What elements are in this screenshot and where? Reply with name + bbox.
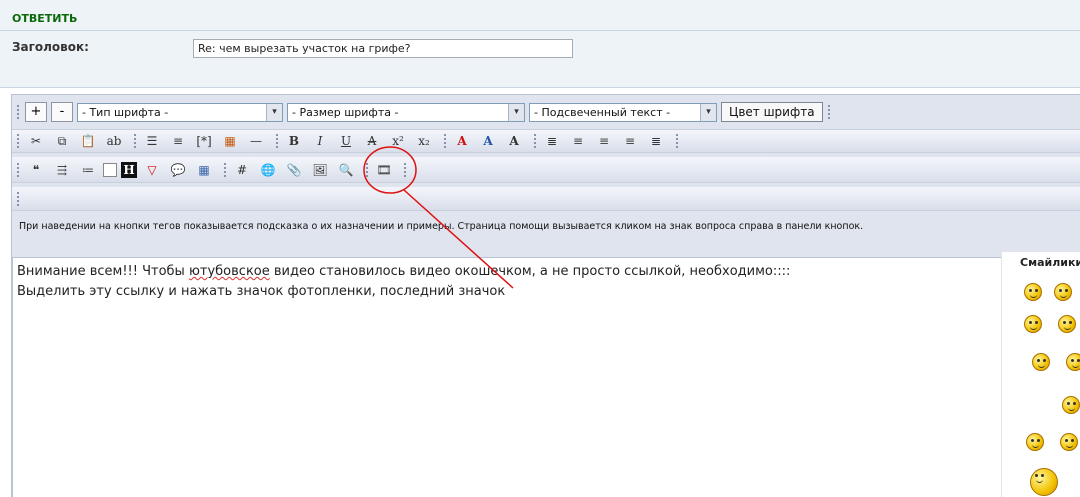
toolbar-separator: [443, 133, 447, 149]
align-right-icon[interactable]: ≡: [619, 130, 641, 152]
align-justify-icon[interactable]: ≣: [541, 130, 563, 152]
text-shadow-icon[interactable]: A: [477, 130, 499, 152]
table-insert-icon[interactable]: ▦: [193, 159, 215, 181]
cut-icon[interactable]: ✂: [25, 130, 47, 152]
highlight-select[interactable]: - Подсвеченный текст - ▾: [529, 102, 717, 122]
smiley-icon[interactable]: [1024, 315, 1042, 333]
toolbar-separator: [826, 104, 831, 120]
bullet-list-icon[interactable]: ☰: [141, 130, 163, 152]
font-size-select-value: - Размер шрифта -: [292, 105, 399, 119]
decrease-size-button[interactable]: -: [51, 102, 73, 122]
highlight-select-value: - Подсвеченный текст -: [534, 105, 671, 119]
subject-input[interactable]: [193, 39, 573, 58]
font-type-select-value: - Тип шрифта -: [82, 105, 169, 119]
toolbar-row-insert: ❝⇶≔ □ H▽💬▦ #🌐📎🖼🔍 🎞: [12, 157, 1080, 183]
numbered-list-icon[interactable]: ≡: [167, 130, 189, 152]
hash-link-icon[interactable]: #: [231, 159, 253, 181]
smiley-icon[interactable]: [1024, 283, 1042, 301]
horizontal-rule-icon[interactable]: —: [245, 130, 267, 152]
toolbar-row-fonts: + - - Тип шрифта - ▾ - Размер шрифта - ▾…: [12, 99, 1080, 125]
chevron-down-icon: ▾: [700, 103, 716, 121]
heading-icon[interactable]: H: [121, 161, 137, 178]
image-icon[interactable]: 🖼: [309, 159, 331, 181]
reply-header: ОТВЕТИТЬ Заголовок:: [0, 0, 1080, 88]
message-text: видео становилось видео окошечком, а не …: [269, 264, 791, 279]
subscript-icon[interactable]: x₂: [413, 130, 435, 152]
font-color-icon[interactable]: A: [451, 130, 473, 152]
message-line-2: Выделить эту ссылку и нажать значок фото…: [17, 284, 506, 299]
chevron-down-icon: ▾: [266, 103, 282, 121]
toolbar-separator: [223, 161, 227, 178]
divider: [0, 30, 1080, 31]
video-film-icon[interactable]: 🎞: [373, 159, 395, 181]
toolbar-separator: [675, 133, 679, 149]
toolbar-separator: [403, 161, 407, 178]
smiley-icon[interactable]: [1032, 353, 1050, 371]
url-link-icon[interactable]: 🌐: [257, 159, 279, 181]
toolbar-grip[interactable]: [16, 133, 20, 149]
smiley-icon[interactable]: [1062, 396, 1080, 414]
search-icon[interactable]: 🔍: [335, 159, 357, 181]
smiley-icon[interactable]: [1054, 283, 1072, 301]
toolbar-grip[interactable]: [16, 190, 20, 207]
toolbar-grip[interactable]: [16, 104, 20, 120]
spoiler-icon[interactable]: □: [103, 162, 117, 177]
increase-size-button[interactable]: +: [25, 102, 47, 122]
text-glow-icon[interactable]: A: [503, 130, 525, 152]
toolbar-grip[interactable]: [16, 161, 20, 178]
reply-title: ОТВЕТИТЬ: [12, 12, 78, 25]
list-item-icon[interactable]: [*]: [193, 130, 215, 152]
toolbar-separator: [133, 133, 137, 149]
paste-icon[interactable]: 📋: [77, 130, 99, 152]
bold-icon[interactable]: B: [283, 130, 305, 152]
help-hint: При наведении на кнопки тегов показывает…: [19, 221, 864, 232]
toolbar-separator: [275, 133, 279, 149]
speech-icon[interactable]: 💬: [167, 159, 189, 181]
underline-icon[interactable]: U: [335, 130, 357, 152]
warning-icon[interactable]: ▽: [141, 159, 163, 181]
message-textarea[interactable]: Внимание всем!!! Чтобы ютубовское видео …: [12, 257, 1001, 497]
toolbar-row-empty: [12, 187, 1080, 211]
code-icon[interactable]: ⇶: [51, 159, 73, 181]
superscript-icon[interactable]: x²: [387, 130, 409, 152]
indent-icon[interactable]: ≣: [645, 130, 667, 152]
smiley-icon[interactable]: [1030, 468, 1058, 496]
chevron-down-icon: ▾: [508, 103, 524, 121]
copy-icon[interactable]: ⧉: [51, 130, 73, 152]
font-type-select[interactable]: - Тип шрифта - ▾: [77, 102, 283, 122]
message-line-1: Внимание всем!!! Чтобы ютубовское видео …: [17, 264, 790, 279]
align-center-icon[interactable]: ≡: [593, 130, 615, 152]
toolbar-separator: [533, 133, 537, 149]
align-left-icon[interactable]: ≡: [567, 130, 589, 152]
smiley-icon[interactable]: [1066, 353, 1080, 371]
offtopic-icon[interactable]: ≔: [77, 159, 99, 181]
smileys-title: Смайлики: [1020, 256, 1080, 269]
toolbar-separator: [365, 161, 369, 178]
attach-icon[interactable]: 📎: [283, 159, 305, 181]
font-color-button[interactable]: Цвет шрифта: [721, 102, 823, 122]
subject-label: Заголовок:: [12, 40, 89, 54]
table-icon[interactable]: ▦: [219, 130, 241, 152]
toolbar-row-format: ✂ ⧉ 📋 ab ☰ ≡ [*] ▦ — B I U Ax² x₂ A A A ≣ ≡ ≡ ≡ ≣: [12, 129, 1080, 153]
smiley-icon[interactable]: [1058, 315, 1076, 333]
italic-icon[interactable]: I: [309, 130, 331, 152]
smiley-icon[interactable]: [1026, 433, 1044, 451]
message-text: Внимание всем!!! Чтобы: [17, 264, 189, 279]
font-size-select[interactable]: - Размер шрифта - ▾: [287, 102, 525, 122]
smiley-icon[interactable]: [1060, 433, 1078, 451]
spellcheck-icon[interactable]: ab: [103, 130, 125, 152]
strikethrough-icon[interactable]: A: [361, 130, 383, 152]
smileys-panel: Смайлики: [1002, 252, 1080, 497]
misspelled-word: ютубовское: [188, 264, 270, 279]
quote-icon[interactable]: ❝: [25, 159, 47, 181]
